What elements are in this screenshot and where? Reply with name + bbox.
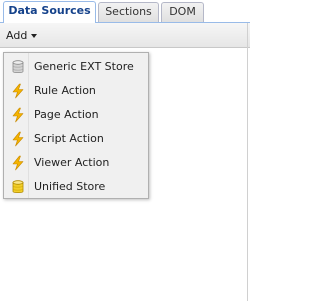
menu-item-label: Viewer Action (34, 156, 110, 169)
add-dropdown-menu: Generic EXT Store Rule Action Page Actio… (3, 52, 149, 199)
menu-item-script-action[interactable]: Script Action (5, 128, 147, 150)
panel-right-border (247, 23, 248, 301)
tab-data-sources[interactable]: Data Sources (3, 1, 96, 23)
menu-item-label: Unified Store (34, 180, 106, 193)
menu-item-generic-ext-store[interactable]: Generic EXT Store (5, 56, 147, 78)
lightning-icon (10, 83, 26, 99)
data-sources-panel: Data Sources Sections DOM Add Generic EX… (0, 0, 250, 301)
database-yellow-icon (10, 179, 26, 195)
tab-dom[interactable]: DOM (161, 2, 204, 22)
menu-item-rule-action[interactable]: Rule Action (5, 80, 147, 102)
add-button-label: Add (6, 29, 28, 42)
menu-item-page-action[interactable]: Page Action (5, 104, 147, 126)
tab-sections[interactable]: Sections (98, 2, 159, 22)
lightning-icon (10, 155, 26, 171)
tab-strip: Data Sources Sections DOM (0, 0, 250, 23)
menu-item-viewer-action[interactable]: Viewer Action (5, 152, 147, 174)
lightning-icon (10, 131, 26, 147)
lightning-icon (10, 107, 26, 123)
menu-item-label: Script Action (34, 132, 104, 145)
database-gray-icon (10, 59, 26, 75)
add-menu-button[interactable]: Add (4, 28, 39, 44)
toolbar: Add (0, 23, 250, 48)
menu-item-label: Rule Action (34, 84, 96, 97)
chevron-down-icon (31, 34, 38, 38)
menu-item-unified-store[interactable]: Unified Store (5, 176, 147, 198)
menu-item-label: Page Action (34, 108, 99, 121)
menu-item-label: Generic EXT Store (34, 60, 134, 73)
